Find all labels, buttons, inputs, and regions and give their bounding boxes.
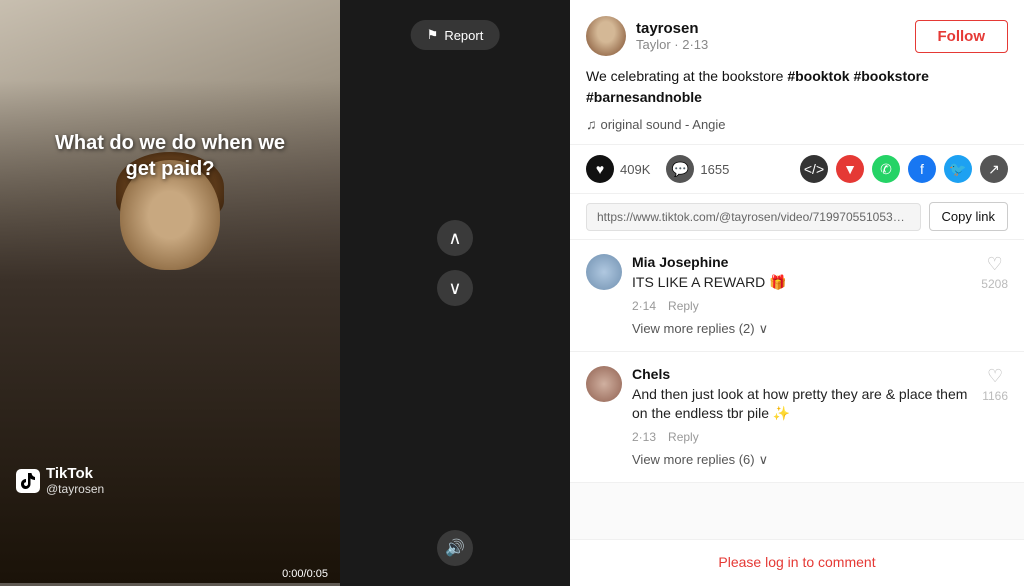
hashtag-bookstore[interactable]: #bookstore [853,68,928,84]
like-count-1: 5208 [981,277,1008,291]
comment-username-1[interactable]: Mia Josephine [632,254,971,270]
nav-down-button[interactable]: ∨ [437,270,473,306]
music-icon: ♫ [586,116,597,132]
share-whatsapp-button[interactable]: ✆ [872,155,900,183]
comment-date-2: 2·13 [632,430,656,444]
share-more-button[interactable]: ↗ [980,155,1008,183]
comment-action[interactable]: 💬 1655 [666,155,729,183]
like-action[interactable]: ♥ 409K [586,155,650,183]
comment-date-1: 2·14 [632,299,656,313]
comment-meta-1: 2·14 Reply [632,299,971,313]
user-row: tayrosen Taylor · 2·13 Follow [586,16,1008,56]
user-details: tayrosen Taylor · 2·13 [636,20,708,52]
comment-like-1[interactable]: ♡ 5208 [981,254,1008,337]
follow-button[interactable]: Follow [915,20,1009,53]
view-more-replies-2[interactable]: View more replies (6) ∨ [632,452,972,468]
comment-item: Mia Josephine ITS LIKE A REWARD 🎁 2·14 R… [570,240,1024,352]
chevron-replies-1: ∨ [759,321,769,337]
report-label: Report [444,28,483,43]
chevron-replies-2: ∨ [759,452,769,468]
comment-text-2: And then just look at how pretty they ar… [632,385,972,424]
post-header: tayrosen Taylor · 2·13 Follow We celebra… [570,0,1024,145]
right-panel: tayrosen Taylor · 2·13 Follow We celebra… [570,0,1024,586]
share-download-button[interactable]: ▼ [836,155,864,183]
tiktok-icon [16,469,40,493]
tiktok-user: @tayrosen [46,482,104,496]
comment-count: 1655 [700,162,729,177]
comment-text-1: ITS LIKE A REWARD 🎁 [632,273,971,293]
comment-avatar-1 [586,254,622,290]
video-overlay-text: What do we do when we get paid? [0,130,340,182]
volume-button[interactable]: 🔊 [437,530,473,566]
share-embed-button[interactable]: </> [800,155,828,183]
post-caption: We celebrating at the bookstore #booktok… [586,66,1008,108]
share-facebook-button[interactable]: f [908,155,936,183]
hashtag-barnesandnoble[interactable]: #barnesandnoble [586,89,702,105]
hashtag-booktok[interactable]: #booktok [787,68,849,84]
comment-username-2[interactable]: Chels [632,366,972,382]
like-icon-2: ♡ [987,366,1003,387]
actions-right: </> ▼ ✆ f 🐦 ↗ [800,155,1008,183]
view-more-replies-1[interactable]: View more replies (2) ∨ [632,321,971,337]
chevron-up-icon: ∧ [448,228,461,249]
tiktok-logo: TikTok @tayrosen [16,465,104,496]
user-info: tayrosen Taylor · 2·13 [586,16,708,56]
sound-label: original sound - Angie [601,117,726,132]
comment-item-2: Chels And then just look at how pretty t… [570,352,1024,483]
post-sound[interactable]: ♫ original sound - Angie [586,116,1008,132]
chevron-down-icon: ∨ [448,278,461,299]
comment-body-2: Chels And then just look at how pretty t… [632,366,972,468]
comments-section: Mia Josephine ITS LIKE A REWARD 🎁 2·14 R… [570,240,1024,539]
like-count: 409K [620,162,650,177]
volume-icon: 🔊 [445,538,465,558]
comment-avatar-2 [586,366,622,402]
like-icon-1: ♡ [987,254,1003,275]
comment-meta-2: 2·13 Reply [632,430,972,444]
nav-up-button[interactable]: ∧ [437,220,473,256]
avatar[interactable] [586,16,626,56]
login-prompt[interactable]: Please log in to comment [718,554,875,570]
comment-icon: 💬 [666,155,694,183]
comment-reply-1[interactable]: Reply [668,299,699,313]
video-panel: What do we do when we get paid? TikTok @… [0,0,340,586]
flag-icon: ⚑ [427,27,439,43]
login-footer: Please log in to comment [570,539,1024,586]
url-row: https://www.tiktok.com/@tayrosen/video/7… [570,194,1024,240]
actions-row: ♥ 409K 💬 1655 </> ▼ ✆ f 🐦 ↗ [570,145,1024,194]
comment-reply-2[interactable]: Reply [668,430,699,444]
url-display: https://www.tiktok.com/@tayrosen/video/7… [586,203,921,231]
like-count-2: 1166 [982,389,1008,403]
tiktok-brand: TikTok [46,465,104,482]
report-button[interactable]: ⚑ Report [411,20,500,50]
middle-panel: ⚑ Report ∧ ∨ 🔊 [340,0,570,586]
copy-link-button[interactable]: Copy link [929,202,1008,231]
user-subtitle: Taylor · 2·13 [636,37,708,52]
username: tayrosen [636,20,708,37]
heart-icon: ♥ [586,155,614,183]
comment-like-2[interactable]: ♡ 1166 [982,366,1008,468]
video-time: 0:00/0:05 [282,568,328,580]
share-twitter-button[interactable]: 🐦 [944,155,972,183]
actions-left: ♥ 409K 💬 1655 [586,155,729,183]
comment-body-1: Mia Josephine ITS LIKE A REWARD 🎁 2·14 R… [632,254,971,337]
